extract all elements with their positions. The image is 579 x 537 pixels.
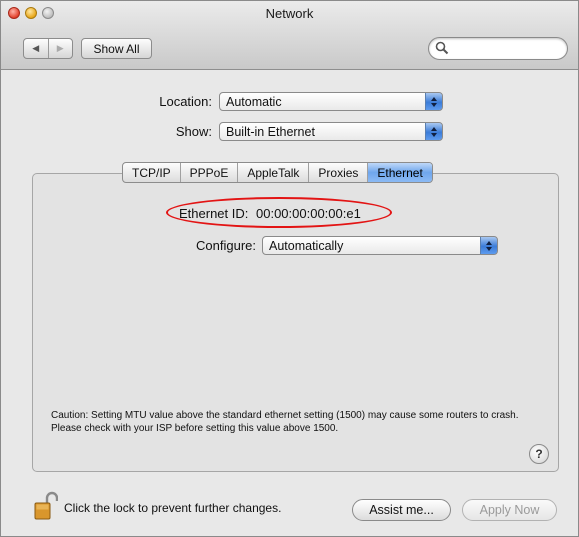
title-bar: Network ◀ ▶ Show All bbox=[1, 1, 578, 70]
show-label: Show: bbox=[175, 124, 212, 139]
show-value: Built-in Ethernet bbox=[226, 125, 315, 139]
caution-text: Caution: Setting MTU value above the sta… bbox=[51, 410, 519, 434]
location-popup[interactable]: Automatic bbox=[219, 92, 443, 111]
search-icon bbox=[435, 41, 449, 55]
location-value: Automatic bbox=[226, 95, 282, 109]
tab-appletalk[interactable]: AppleTalk bbox=[237, 163, 308, 182]
configure-popup[interactable]: Automatically bbox=[262, 236, 498, 255]
tab-proxies[interactable]: Proxies bbox=[308, 163, 367, 182]
show-popup[interactable]: Built-in Ethernet bbox=[219, 122, 443, 141]
tab-tcpip[interactable]: TCP/IP bbox=[123, 163, 180, 182]
ethernet-id-row: Ethernet ID: 00:00:00:00:00:e1 bbox=[179, 206, 361, 221]
location-label: Location: bbox=[159, 94, 212, 109]
lock-message: Click the lock to prevent further change… bbox=[64, 501, 282, 515]
tab-pppoe[interactable]: PPPoE bbox=[179, 163, 238, 182]
configure-label: Configure: bbox=[196, 238, 256, 253]
popup-arrows-icon bbox=[480, 237, 497, 254]
popup-arrows-icon bbox=[425, 93, 442, 110]
location-row: Location: bbox=[1, 92, 212, 111]
window-title: Network bbox=[265, 6, 314, 21]
search-field[interactable] bbox=[428, 37, 568, 60]
show-row: Show: bbox=[1, 122, 212, 141]
network-window: Network ◀ ▶ Show All Location: Automatic… bbox=[0, 0, 579, 537]
ethernet-id-label: Ethernet ID: bbox=[179, 206, 249, 221]
configure-value: Automatically bbox=[269, 239, 344, 253]
help-button[interactable]: ? bbox=[529, 444, 549, 464]
ethernet-id-value: 00:00:00:00:00:e1 bbox=[256, 206, 361, 221]
configure-row: Configure: bbox=[1, 236, 256, 255]
lock-icon[interactable] bbox=[34, 491, 58, 521]
assist-me-button[interactable]: Assist me... bbox=[352, 499, 451, 521]
popup-arrows-icon bbox=[425, 123, 442, 140]
forward-button[interactable]: ▶ bbox=[47, 39, 73, 58]
tab-ethernet[interactable]: Ethernet bbox=[367, 163, 432, 182]
back-forward-control: ◀ ▶ bbox=[23, 38, 73, 59]
show-all-button[interactable]: Show All bbox=[81, 38, 152, 59]
back-button[interactable]: ◀ bbox=[24, 39, 48, 58]
apply-now-button[interactable]: Apply Now bbox=[462, 499, 557, 521]
tab-bar: TCP/IP PPPoE AppleTalk Proxies Ethernet bbox=[122, 162, 433, 183]
